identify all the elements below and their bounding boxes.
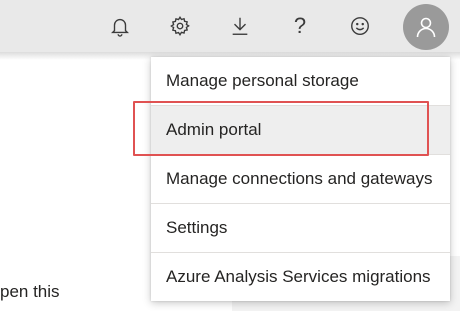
download-icon[interactable] [227, 13, 253, 39]
menu-item-admin-portal[interactable]: Admin portal [151, 106, 450, 155]
notifications-icon[interactable] [107, 13, 133, 39]
account-menu: Manage personal storage Admin portal Man… [151, 57, 450, 301]
feedback-smiley-icon[interactable] [347, 13, 373, 39]
menu-item-azure-analysis-services-migrations[interactable]: Azure Analysis Services migrations [151, 253, 450, 301]
top-bar: ? [0, 0, 460, 52]
background-partial-text: pen this [0, 282, 60, 301]
menu-item-manage-connections-gateways[interactable]: Manage connections and gateways [151, 155, 450, 204]
person-icon [416, 17, 436, 38]
help-glyph: ? [293, 13, 307, 38]
help-icon[interactable]: ? [287, 13, 313, 39]
avatar[interactable] [403, 4, 449, 50]
menu-item-manage-personal-storage[interactable]: Manage personal storage [151, 57, 450, 106]
menu-item-settings[interactable]: Settings [151, 204, 450, 253]
gear-icon[interactable] [167, 13, 193, 39]
